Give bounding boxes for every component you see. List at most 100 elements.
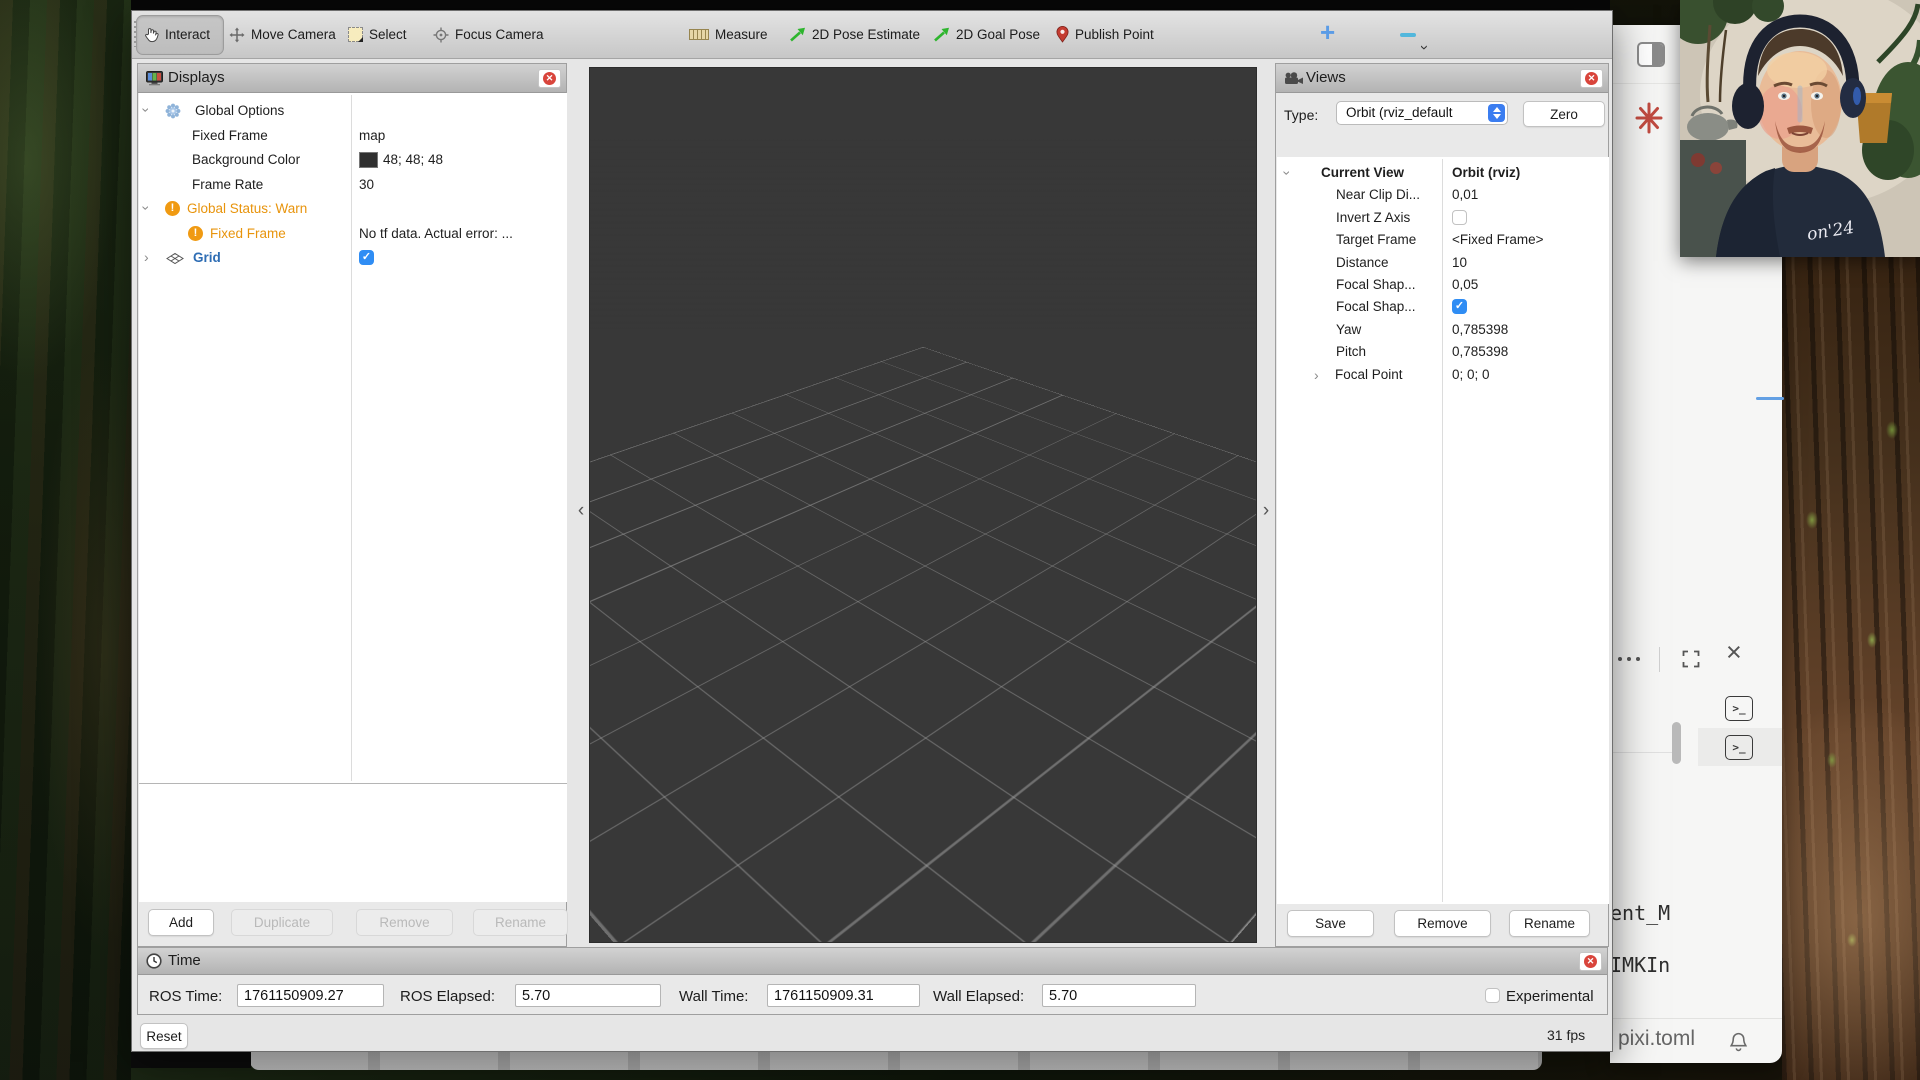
view-type-select[interactable]: Orbit (rviz_default (1336, 101, 1508, 125)
window-titlebar-cut (131, 0, 1610, 10)
wall-elapsed-input[interactable] (1042, 984, 1196, 1007)
displays-close-button[interactable]: ✕ (538, 69, 561, 88)
tool-measure[interactable]: Measure (689, 19, 768, 50)
zero-button[interactable]: Zero (1523, 101, 1605, 127)
row-value[interactable]: 0,05 (1452, 277, 1478, 292)
expand-icon[interactable] (1682, 650, 1700, 668)
grid-display-icon (166, 252, 184, 265)
collapse-right-panel-arrow[interactable]: › (1259, 494, 1273, 530)
bell-icon[interactable] (1728, 1031, 1749, 1052)
row-label: Global Options (195, 103, 284, 118)
tree-row-target-frame[interactable]: Target Frame <Fixed Frame> (1277, 229, 1607, 253)
tree-row-focal-shape-fixed[interactable]: Focal Shap... ✓ (1277, 296, 1607, 320)
tool-2d-pose-estimate[interactable]: 2D Pose Estimate (789, 19, 920, 50)
ros-elapsed-label: ROS Elapsed: (400, 988, 495, 1005)
row-label: Background Color (192, 152, 300, 167)
tool-label: Publish Point (1075, 27, 1154, 42)
remove-tool-button[interactable] (1400, 33, 1416, 37)
color-swatch[interactable] (359, 152, 378, 168)
row-value[interactable]: 0,785398 (1452, 344, 1508, 359)
monitor-icon (146, 71, 163, 86)
tree-row-global-status[interactable]: › Global Status: Warn (139, 197, 565, 221)
tree-row-yaw[interactable]: Yaw 0,785398 (1277, 319, 1607, 343)
warning-icon (188, 226, 203, 241)
tree-row-grid[interactable]: › Grid ✓ (139, 246, 565, 270)
time-panel-header[interactable]: Time ✕ (138, 948, 1607, 975)
tool-2d-goal-pose[interactable]: 2D Goal Pose (933, 19, 1040, 50)
ros-elapsed-input[interactable] (515, 984, 661, 1007)
green-arrow-icon (933, 27, 950, 42)
tool-interact[interactable]: Interact (144, 19, 210, 50)
tree-row-focal-point[interactable]: › Focal Point 0; 0; 0 (1277, 364, 1607, 388)
ruler-icon (689, 29, 709, 40)
statusbar-filename: pixi.toml (1618, 1027, 1695, 1051)
experimental-checkbox[interactable] (1485, 988, 1500, 1003)
tool-label: Focus Camera (455, 27, 544, 42)
tree-row-fixed-frame-warning[interactable]: Fixed Frame No tf data. Actual error: ..… (139, 222, 565, 246)
add-display-button[interactable]: Add (148, 909, 214, 936)
views-panel-header[interactable]: Views ✕ (1276, 64, 1608, 93)
tool-label: 2D Goal Pose (956, 27, 1040, 42)
tool-label: Move Camera (251, 27, 336, 42)
row-label: Focal Shap... (1336, 299, 1416, 314)
camera-icon (1284, 72, 1304, 85)
duplicate-display-button[interactable]: Duplicate (231, 909, 333, 936)
tool-publish-point[interactable]: Publish Point (1056, 19, 1154, 50)
wall-elapsed-label: Wall Elapsed: (933, 988, 1024, 1005)
remove-view-button[interactable]: Remove (1394, 910, 1491, 937)
tree-row-invert-z[interactable]: Invert Z Axis (1277, 207, 1607, 231)
toolbar-overflow-chevron-icon[interactable]: › (1416, 45, 1433, 50)
scrollbar-thumb[interactable] (1672, 722, 1681, 764)
row-value[interactable]: 0; 0; 0 (1452, 367, 1490, 382)
row-value[interactable]: 10 (1452, 255, 1467, 270)
tree-row-distance[interactable]: Distance 10 (1277, 252, 1607, 276)
time-close-button[interactable]: ✕ (1579, 952, 1602, 971)
row-value[interactable]: 48; 48; 48 (383, 152, 443, 167)
tree-row-near-clip[interactable]: Near Clip Di... 0,01 (1277, 184, 1607, 208)
wall-time-input[interactable] (767, 984, 920, 1007)
focal-shape-checkbox[interactable]: ✓ (1452, 299, 1467, 314)
row-value[interactable]: 0,01 (1452, 187, 1478, 202)
row-value[interactable]: <Fixed Frame> (1452, 232, 1544, 247)
grid-enabled-checkbox[interactable]: ✓ (359, 250, 374, 265)
tree-row-focal-shape-size[interactable]: Focal Shap... 0,05 (1277, 274, 1607, 298)
red-asterisk-icon (1634, 101, 1664, 135)
more-menu-icon[interactable] (1618, 657, 1640, 661)
row-value[interactable]: 30 (359, 177, 374, 192)
reset-button[interactable]: Reset (140, 1023, 188, 1049)
tool-move-camera[interactable]: Move Camera (229, 19, 336, 50)
tree-row-background-color[interactable]: Background Color 48; 48; 48 (139, 148, 565, 172)
views-close-button[interactable]: ✕ (1580, 69, 1603, 88)
render-viewport[interactable] (589, 67, 1257, 943)
tree-row-frame-rate[interactable]: Frame Rate 30 (139, 173, 565, 197)
wall-time-label: Wall Time: (679, 988, 748, 1005)
remove-display-button[interactable]: Remove (356, 909, 453, 936)
save-view-button[interactable]: Save (1287, 910, 1374, 937)
row-value[interactable]: 0,785398 (1452, 322, 1508, 337)
terminal-icon[interactable]: >_ (1725, 696, 1753, 721)
close-icon[interactable]: × (1726, 639, 1742, 666)
divider (1659, 647, 1660, 672)
hand-cursor-icon (144, 27, 159, 43)
tree-row-global-options[interactable]: › Global Options (139, 99, 565, 123)
move-arrows-icon (229, 27, 245, 43)
tree-row-fixed-frame[interactable]: Fixed Frame map (139, 124, 565, 148)
tool-focus-camera[interactable]: Focus Camera (433, 19, 544, 50)
rename-view-button[interactable]: Rename (1509, 910, 1590, 937)
options-gear-icon (165, 103, 181, 119)
add-tool-button[interactable]: + (1320, 17, 1335, 48)
displays-panel-header[interactable]: Displays ✕ (138, 64, 566, 93)
wallpaper-forest-left (0, 0, 131, 1080)
tree-row-pitch[interactable]: Pitch 0,785398 (1277, 341, 1607, 365)
rename-display-button[interactable]: Rename (473, 909, 568, 936)
terminal-icon[interactable]: >_ (1725, 735, 1753, 760)
collapse-left-panel-arrow[interactable]: ‹ (574, 494, 588, 530)
ros-time-input[interactable] (237, 984, 384, 1007)
sidebar-toggle-icon[interactable] (1637, 42, 1665, 67)
blue-accent-line (1756, 397, 1784, 400)
row-value[interactable]: map (359, 128, 385, 143)
tool-select[interactable]: Select (348, 19, 407, 50)
invert-z-checkbox[interactable] (1452, 210, 1467, 225)
tree-row-current-view[interactable]: › Current View Orbit (rviz) (1277, 162, 1607, 186)
row-value: No tf data. Actual error: ... (359, 226, 564, 241)
